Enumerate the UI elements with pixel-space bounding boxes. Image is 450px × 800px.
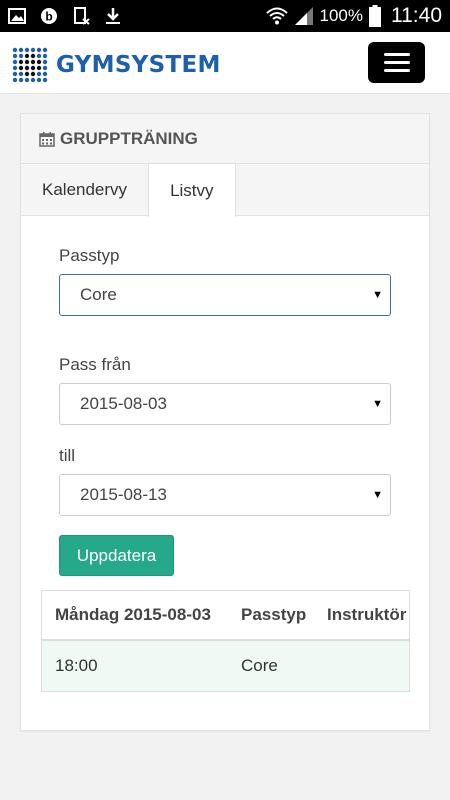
battery-percent: 100% — [319, 6, 363, 25]
column-header-passtyp: Passtyp — [241, 605, 307, 624]
pass-fran-value: 2015-08-03 — [80, 394, 167, 413]
app-header: GYMSYSTEM — [0, 32, 450, 94]
logo[interactable]: GYMSYSTEM — [12, 47, 221, 83]
till-label: till — [59, 446, 76, 465]
passtyp-label: Passtyp — [59, 246, 120, 265]
sim-icon — [74, 7, 90, 25]
tab-kalendervy[interactable]: Kalendervy — [21, 164, 148, 216]
svg-text:b: b — [45, 10, 52, 24]
pass-fran-label: Pass från — [59, 355, 131, 374]
view-tabs: Kalendervy Listvy — [21, 164, 429, 217]
caret-down-icon: ▼ — [372, 289, 383, 301]
table-row[interactable]: 18:00 Core — [42, 641, 409, 691]
logo-dots-icon — [12, 47, 48, 83]
group-training-panel: GRUPPTRÄNING Kalendervy Listvy Passtyp C… — [20, 113, 430, 731]
gallery-icon — [8, 8, 26, 24]
column-header-date: Måndag 2015-08-03 — [55, 605, 211, 624]
passtyp-value: Core — [80, 285, 117, 304]
till-value: 2015-08-13 — [80, 485, 167, 504]
till-select[interactable]: 2015-08-13 ▼ — [59, 474, 391, 516]
battery-icon — [369, 5, 381, 27]
menu-button[interactable] — [368, 42, 425, 83]
clock: 11:40 — [391, 4, 442, 27]
download-icon — [106, 8, 120, 24]
column-header-instruktor: Instruktör — [327, 605, 407, 624]
tab-listvy[interactable]: Listvy — [148, 164, 236, 217]
table-header: Måndag 2015-08-03 Passtyp Instruktör — [42, 591, 409, 641]
passtyp-select[interactable]: Core ▼ — [59, 274, 391, 316]
update-button[interactable]: Uppdatera — [59, 535, 174, 576]
sessions-table: Måndag 2015-08-03 Passtyp Instruktör 18:… — [41, 590, 410, 692]
caret-down-icon: ▼ — [372, 398, 383, 410]
filter-form: Passtyp Core ▼ Pass från 2015-08-03 ▼ ti… — [59, 246, 392, 576]
caret-down-icon: ▼ — [372, 489, 383, 501]
cell-passtyp: Core — [241, 656, 278, 675]
logo-text: GYMSYSTEM — [56, 52, 221, 78]
signal-icon — [294, 7, 313, 25]
status-bar: b 100% 11:40 — [0, 0, 450, 32]
hamburger-icon — [383, 53, 410, 56]
panel-heading: GRUPPTRÄNING — [21, 114, 429, 164]
b-icon: b — [41, 8, 57, 24]
wifi-icon — [265, 7, 288, 25]
panel-title: GRUPPTRÄNING — [60, 128, 198, 148]
pass-fran-select[interactable]: 2015-08-03 ▼ — [59, 383, 391, 425]
calendar-icon — [39, 131, 55, 147]
cell-time: 18:00 — [55, 656, 98, 675]
